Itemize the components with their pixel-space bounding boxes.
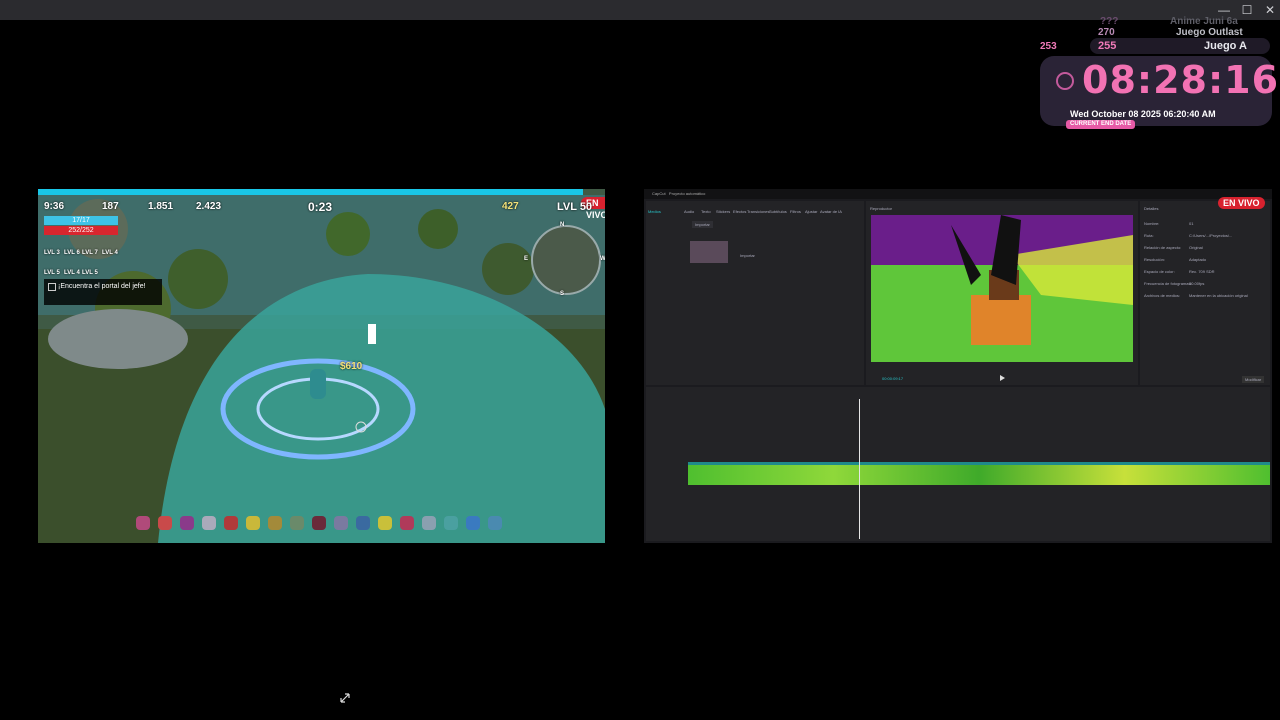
media-thumbnail[interactable] xyxy=(690,241,728,263)
item-slot-icon xyxy=(180,516,194,530)
skill-level-3: LVL 7 xyxy=(82,250,98,256)
round-timer: 0:23 xyxy=(308,200,333,214)
goal-count-1: ??? xyxy=(1100,16,1119,27)
goal-name-2: Juego Outlast xyxy=(1176,27,1243,38)
minimap-w: W xyxy=(600,256,605,262)
item-slot-icon xyxy=(334,516,348,530)
editor-project-name: Proyecto automático xyxy=(668,191,706,196)
tab-filtros[interactable]: Filtros xyxy=(790,209,801,214)
item-slot-icon xyxy=(268,516,282,530)
player-title: Reproductor xyxy=(870,206,893,211)
item-slot-icon xyxy=(224,516,238,530)
timeline-clip[interactable] xyxy=(688,462,1270,485)
media-import-caption: Importar xyxy=(740,253,755,258)
skill-level-2: LVL 6 xyxy=(64,250,80,256)
media-panel xyxy=(646,201,864,385)
item-slot-icon xyxy=(356,516,370,530)
details-key: Nombre: xyxy=(1144,221,1160,226)
playhead[interactable] xyxy=(859,399,860,539)
tab-subtitulos[interactable]: Subtítulos xyxy=(769,209,787,214)
item-slot-icon xyxy=(158,516,172,530)
details-value: 01 xyxy=(1189,221,1194,226)
money-popup: $610 xyxy=(340,361,363,372)
goal-name-1: Anime Juni 6a xyxy=(1170,16,1238,27)
end-date: Wed October 08 2025 06:20:40 AM xyxy=(1070,109,1216,119)
details-key: Relación de aspecto: xyxy=(1144,245,1182,250)
item-slot-icon xyxy=(136,516,150,530)
item-slot-icon xyxy=(312,516,326,530)
tab-avatar-ia[interactable]: Avatar de IA xyxy=(820,209,842,214)
hud-kills: 2.423 xyxy=(196,201,222,212)
tab-transiciones[interactable]: Transiciones xyxy=(747,209,770,214)
player-timecode: 00:00:09:17 xyxy=(882,376,904,381)
quest-text: ¡Encuentra el portal del jefe! xyxy=(58,283,146,290)
minimap-e: E xyxy=(524,256,529,262)
hud-time: 9:36 xyxy=(44,201,65,212)
countdown-clock: 08:28:16 xyxy=(1082,58,1280,102)
item-slot-icon xyxy=(378,516,392,530)
hud-coins: 1.851 xyxy=(148,201,174,212)
goal-count-3: 255 xyxy=(1098,40,1117,52)
skill-level-5: LVL 5 xyxy=(44,270,60,276)
hud-gems: 187 xyxy=(102,201,119,212)
details-title: Detalles xyxy=(1144,206,1159,211)
details-key: Frecuencia de fotogramas: xyxy=(1144,281,1192,286)
details-value: Mantener en la ubicación original xyxy=(1189,293,1248,298)
details-key: Ruta: xyxy=(1144,233,1154,238)
details-key: Espacio de color: xyxy=(1144,269,1175,274)
resize-cursor-icon xyxy=(340,693,350,703)
details-value: 30.00fps xyxy=(1189,281,1205,286)
item-slot-icon xyxy=(246,516,260,530)
tab-ajustar[interactable]: Ajustar xyxy=(805,209,817,214)
item-slot-icon xyxy=(422,516,436,530)
item-slot-icon xyxy=(466,516,480,530)
import-button[interactable]: Importar xyxy=(692,221,713,228)
tab-audio[interactable]: Audio xyxy=(684,209,694,214)
subathon-timer-widget: ??? Anime Juni 6a 270 Juego Outlast 253 … xyxy=(1040,12,1278,132)
minimap-n: N xyxy=(560,222,565,228)
item-slot-icon xyxy=(400,516,414,530)
editor-app-name: CapCut xyxy=(652,191,666,196)
hud-gold: 427 xyxy=(502,201,519,212)
skill-level-4: LVL 4 xyxy=(102,250,118,256)
details-value: Rec. 709 SDR xyxy=(1189,269,1215,274)
item-slot-icon xyxy=(290,516,304,530)
video-editor-panel: CapCut Proyecto automático Medios Audio … xyxy=(644,189,1272,543)
health-bar: 252/252 xyxy=(44,226,118,235)
modify-button[interactable]: Modificar xyxy=(1242,376,1265,383)
minimap-s: S xyxy=(560,291,565,297)
player-preview xyxy=(871,215,1133,362)
end-date-badge: CURRENT END DATE xyxy=(1066,120,1136,129)
item-slot-icon xyxy=(444,516,458,530)
game-scene xyxy=(38,195,605,543)
details-value: Original xyxy=(1189,245,1203,250)
editor-titlebar: CapCut Proyecto automático xyxy=(644,189,1272,199)
details-key: Archivos de medios: xyxy=(1144,293,1181,298)
tab-stickers[interactable]: Stickers xyxy=(716,209,730,214)
game-capture-panel: EN VIVO 9:36 187 1.851 2.423 0:23 427 LV… xyxy=(38,189,605,543)
details-value: Adaptado xyxy=(1189,257,1207,262)
skill-level-7: LVL 5 xyxy=(82,270,98,276)
quest-checkbox-icon xyxy=(48,283,56,291)
item-slot-icon xyxy=(488,516,502,530)
tab-texto[interactable]: Texto xyxy=(701,209,711,214)
details-value: C:/Users/.../Proyectos/... xyxy=(1189,233,1233,238)
skill-level-6: LVL 4 xyxy=(64,270,80,276)
details-key: Resolución: xyxy=(1144,257,1165,262)
clock-icon xyxy=(1056,72,1074,90)
side-count: 253 xyxy=(1040,41,1057,52)
goal-name-3: Juego A xyxy=(1204,40,1247,52)
goal-count-2: 270 xyxy=(1098,27,1115,38)
item-slot-icon xyxy=(202,516,216,530)
quest-objective: ¡Encuentra el portal del jefe! xyxy=(44,279,162,305)
play-icon[interactable] xyxy=(1000,375,1005,381)
editor-live-badge: EN VIVO xyxy=(1218,197,1265,209)
tab-medios[interactable]: Medios xyxy=(648,209,661,214)
tab-efectos[interactable]: Efectos xyxy=(733,209,746,214)
shield-bar: 17/17 xyxy=(44,216,118,225)
hud-level: LVL 50 xyxy=(557,201,593,213)
skill-level-1: LVL 3 xyxy=(44,250,60,256)
